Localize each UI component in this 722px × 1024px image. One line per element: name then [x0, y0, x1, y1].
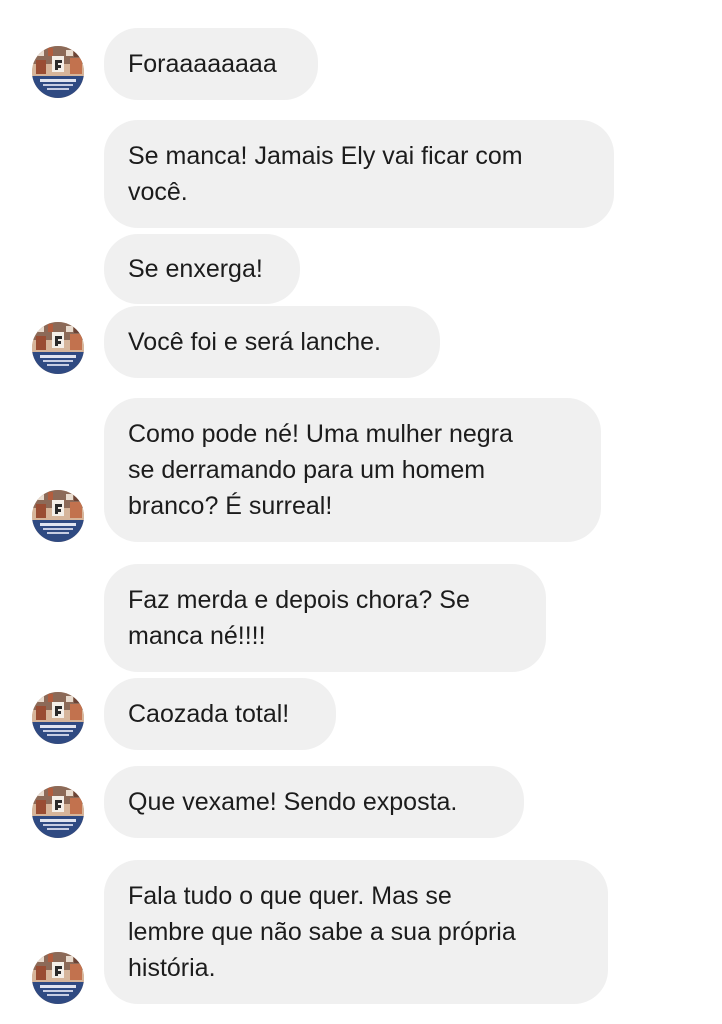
profile-picture-icon: [32, 786, 84, 838]
profile-picture-icon: [32, 952, 84, 1004]
profile-picture-icon: [32, 692, 84, 744]
avatar[interactable]: [32, 786, 84, 838]
chat-thread: Foraaaaaaaa Se manca! Jamais Ely vai fic…: [0, 0, 722, 1024]
message-bubble[interactable]: Fala tudo o que quer. Mas se lembre que …: [104, 860, 608, 1004]
message-bubble[interactable]: Se enxerga!: [104, 234, 300, 304]
message-bubble[interactable]: Foraaaaaaaa: [104, 28, 318, 100]
profile-picture-icon: [32, 490, 84, 542]
message-bubble[interactable]: Se manca! Jamais Ely vai ficar com você.: [104, 120, 614, 228]
message-bubble[interactable]: Você foi e será lanche.: [104, 306, 440, 378]
avatar[interactable]: [32, 952, 84, 1004]
message-bubble[interactable]: Como pode né! Uma mulher negra se derram…: [104, 398, 601, 542]
profile-picture-icon: [32, 322, 84, 374]
message-bubble[interactable]: Faz merda e depois chora? Se manca né!!!…: [104, 564, 546, 672]
avatar[interactable]: [32, 46, 84, 98]
avatar[interactable]: [32, 322, 84, 374]
avatar[interactable]: [32, 490, 84, 542]
avatar[interactable]: [32, 692, 84, 744]
profile-picture-icon: [32, 46, 84, 98]
message-bubble[interactable]: Que vexame! Sendo exposta.: [104, 766, 524, 838]
message-bubble[interactable]: Caozada total!: [104, 678, 336, 750]
